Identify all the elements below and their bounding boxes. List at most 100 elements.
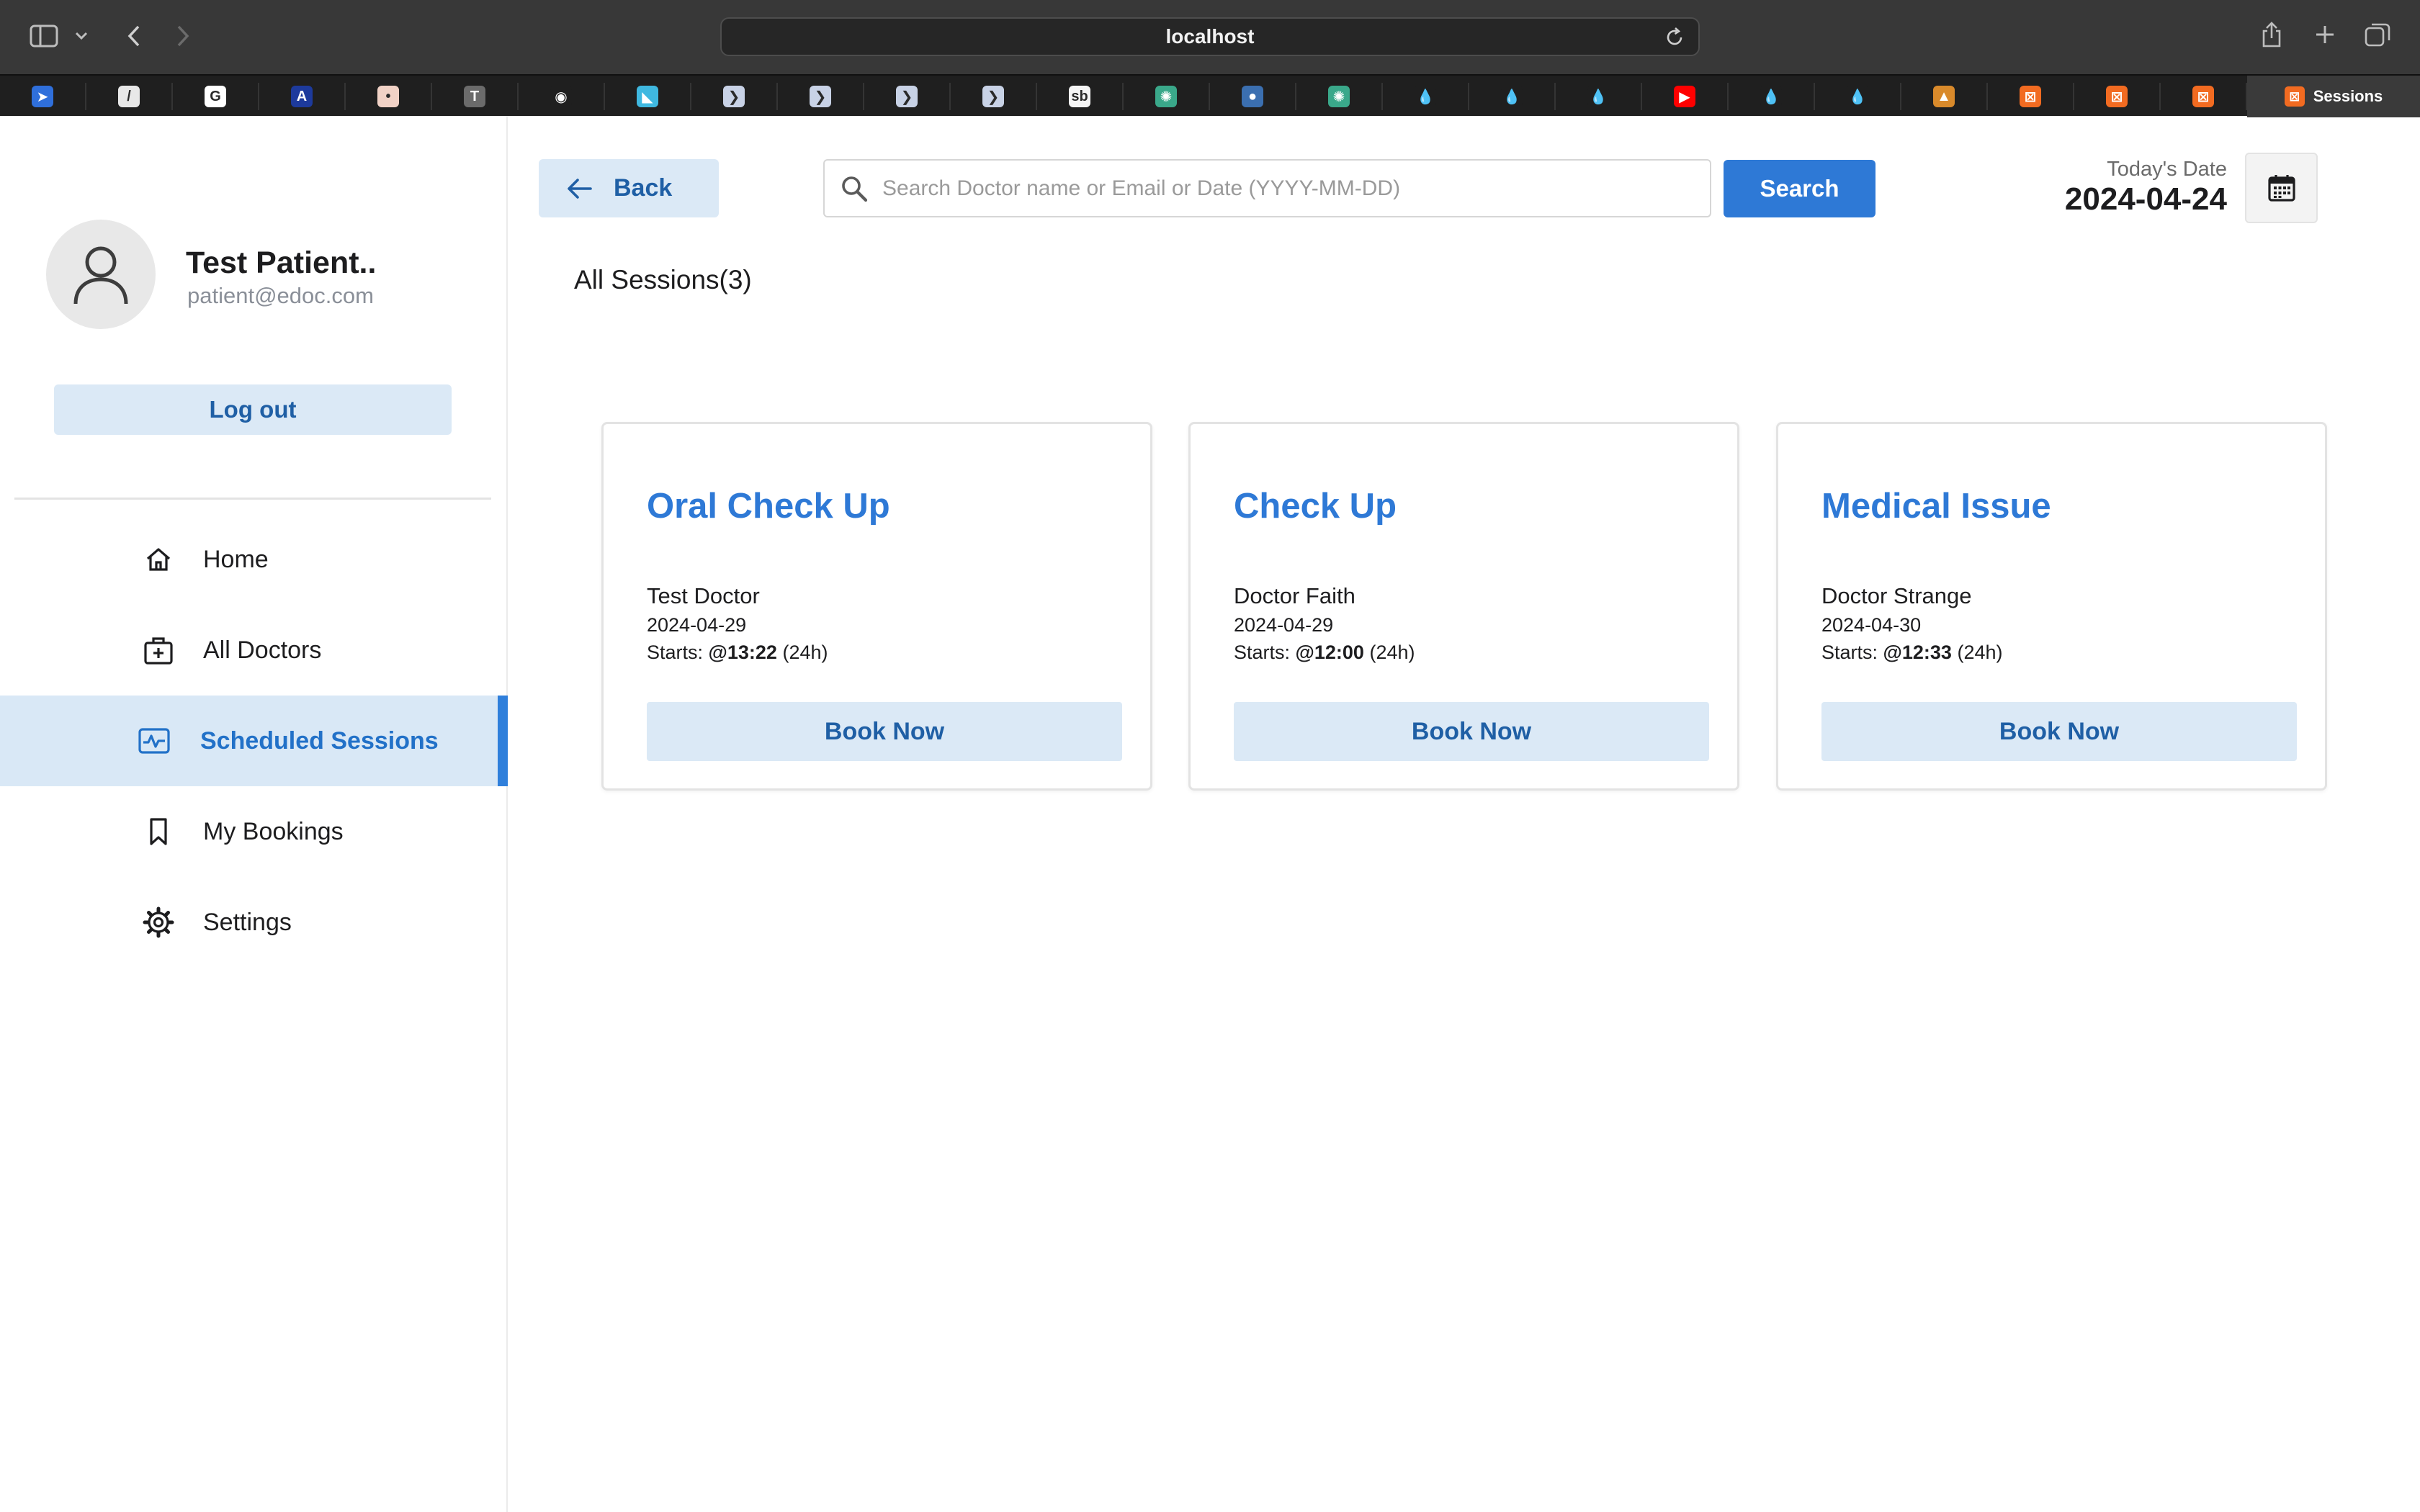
favorite-item[interactable]: sb (1037, 83, 1124, 110)
profile-email: patient@edoc.com (187, 283, 374, 308)
favorite-item[interactable]: ▶ (1642, 83, 1729, 110)
url-text: localhost (1165, 25, 1255, 48)
sidebar-item-label: All Doctors (203, 636, 322, 664)
sb-favicon-icon: sb (1069, 86, 1090, 107)
red-slash-favicon-icon: / (118, 86, 140, 107)
favorite-item[interactable]: • (346, 83, 432, 110)
drupal-favicon-icon: 💧 (1847, 86, 1868, 107)
favorite-item[interactable]: ❯ (778, 83, 864, 110)
favorite-item[interactable]: ● (1210, 83, 1296, 110)
sidebar-toggle-icon[interactable] (27, 22, 60, 50)
book-now-button[interactable]: Book Now (1821, 702, 2297, 761)
favorite-item[interactable]: 💧 (1383, 83, 1469, 110)
logout-button[interactable]: Log out (54, 384, 452, 435)
session-card: Oral Check Up Test Doctor 2024-04-29 Starts… (601, 422, 1152, 791)
doctor-bag-icon (141, 633, 176, 667)
xampp-favicon-icon: ⊠ (2192, 86, 2214, 107)
drupal-favicon-icon: 💧 (1760, 86, 1782, 107)
book-now-button[interactable]: Book Now (1234, 702, 1709, 761)
session-title[interactable]: Medical Issue (1821, 486, 2051, 526)
session-date: 2024-04-30 (1821, 614, 1922, 636)
drupal-favicon-icon: 💧 (1587, 86, 1609, 107)
session-start-time: Starts: @13:22 (24h) (647, 642, 828, 664)
next-arrow-favicon-icon: ❯ (723, 86, 745, 107)
blue-arrow-favicon-icon: ➤ (32, 86, 53, 107)
favorite-item[interactable]: T (432, 83, 519, 110)
start-time: @13:22 (708, 642, 777, 663)
profile-name: Test Patient.. (186, 246, 377, 280)
sidebar-item-home[interactable]: Home (0, 514, 508, 605)
forward-nav-icon[interactable] (169, 20, 197, 52)
favorite-item[interactable]: 💧 (1815, 83, 1901, 110)
python-favicon-icon: ● (1242, 86, 1263, 107)
back-button[interactable]: Back (539, 159, 719, 217)
sidebar-item-label: Settings (203, 908, 292, 936)
calendar-button[interactable] (2245, 153, 2318, 223)
favorite-item[interactable]: ❯ (951, 83, 1037, 110)
favorite-item[interactable]: 💧 (1729, 83, 1815, 110)
favorite-item[interactable]: ⊠ (2161, 83, 2247, 110)
starts-prefix: Starts: (1821, 642, 1878, 663)
xampp-favicon-icon: ⊠ (2106, 86, 2128, 107)
address-bar[interactable]: localhost (720, 17, 1700, 56)
favorite-item[interactable]: ❯ (864, 83, 951, 110)
tab-overview-icon[interactable] (2362, 20, 2393, 49)
favorite-item[interactable]: 💧 (1556, 83, 1642, 110)
favorite-item[interactable]: ◉ (519, 83, 605, 110)
session-title[interactable]: Check Up (1234, 486, 1397, 526)
sidebar-item-label: Scheduled Sessions (200, 726, 439, 755)
favorite-item[interactable]: ⊠ (1988, 83, 2074, 110)
gear-icon (141, 905, 176, 940)
session-title[interactable]: Oral Check Up (647, 486, 890, 526)
session-start-time: Starts: @12:33 (24h) (1821, 642, 2002, 664)
tab-sessions[interactable]: ⊠ Sessions (2247, 76, 2420, 117)
time-format: (24h) (782, 642, 828, 663)
favorite-item[interactable]: ✺ (1124, 83, 1210, 110)
session-date: 2024-04-29 (1234, 614, 1334, 636)
sidebar-item-scheduled-sessions[interactable]: Scheduled Sessions (0, 696, 508, 786)
start-time: @12:00 (1295, 642, 1364, 663)
starts-prefix: Starts: (1234, 642, 1291, 663)
teal-triangle-favicon-icon: ◣ (637, 86, 658, 107)
next-arrow-favicon-icon: ❯ (810, 86, 831, 107)
new-tab-icon[interactable] (2311, 20, 2339, 49)
favorite-item[interactable]: ❯ (691, 83, 778, 110)
sidebar: Test Patient.. patient@edoc.com Log out … (0, 116, 508, 1512)
github-favicon-icon: ◉ (550, 86, 572, 107)
pink-square-favicon-icon: • (377, 86, 399, 107)
time-format: (24h) (1957, 642, 2003, 663)
back-nav-icon[interactable] (120, 20, 148, 52)
favorite-item[interactable]: / (86, 83, 173, 110)
sidebar-item-label: My Bookings (203, 817, 344, 845)
reload-icon[interactable] (1664, 27, 1685, 48)
favorite-item[interactable]: ◣ (605, 83, 691, 110)
search-input[interactable] (823, 159, 1711, 217)
drupal-favicon-icon: 💧 (1501, 86, 1523, 107)
sidebar-item-my-bookings[interactable]: My Bookings (0, 786, 508, 877)
openai-favicon-icon: ✺ (1155, 86, 1177, 107)
favorite-item[interactable]: ▲ (1901, 83, 1988, 110)
favorite-item[interactable]: ✺ (1296, 83, 1383, 110)
session-date: 2024-04-29 (647, 614, 747, 636)
favorite-item[interactable]: A (259, 83, 346, 110)
time-format: (24h) (1369, 642, 1415, 663)
chevron-down-icon[interactable] (72, 26, 91, 46)
tab-label: Sessions (2313, 87, 2383, 105)
favorite-item[interactable]: 💧 (1469, 83, 1556, 110)
session-doctor: Test Doctor (647, 583, 760, 608)
session-card: Medical Issue Doctor Strange 2024-04-30 Sta… (1776, 422, 2327, 791)
sidebar-item-settings[interactable]: Settings (0, 877, 508, 968)
share-icon[interactable] (2257, 17, 2286, 52)
sidebar-divider (14, 498, 491, 500)
sidebar-item-all-doctors[interactable]: All Doctors (0, 605, 508, 696)
search-button[interactable]: Search (1724, 160, 1876, 217)
youtube-favicon-icon: ▶ (1674, 86, 1695, 107)
openai-favicon-icon: ✺ (1328, 86, 1350, 107)
session-card: Check Up Doctor Faith 2024-04-29 Starts: @1… (1188, 422, 1739, 791)
favorite-item[interactable]: ➤ (0, 83, 86, 110)
favorite-item[interactable]: G (173, 83, 259, 110)
avatar (46, 220, 156, 329)
favorite-item[interactable]: ⊠ (2074, 83, 2161, 110)
book-now-button[interactable]: Book Now (647, 702, 1122, 761)
bookmark-icon (141, 814, 176, 849)
